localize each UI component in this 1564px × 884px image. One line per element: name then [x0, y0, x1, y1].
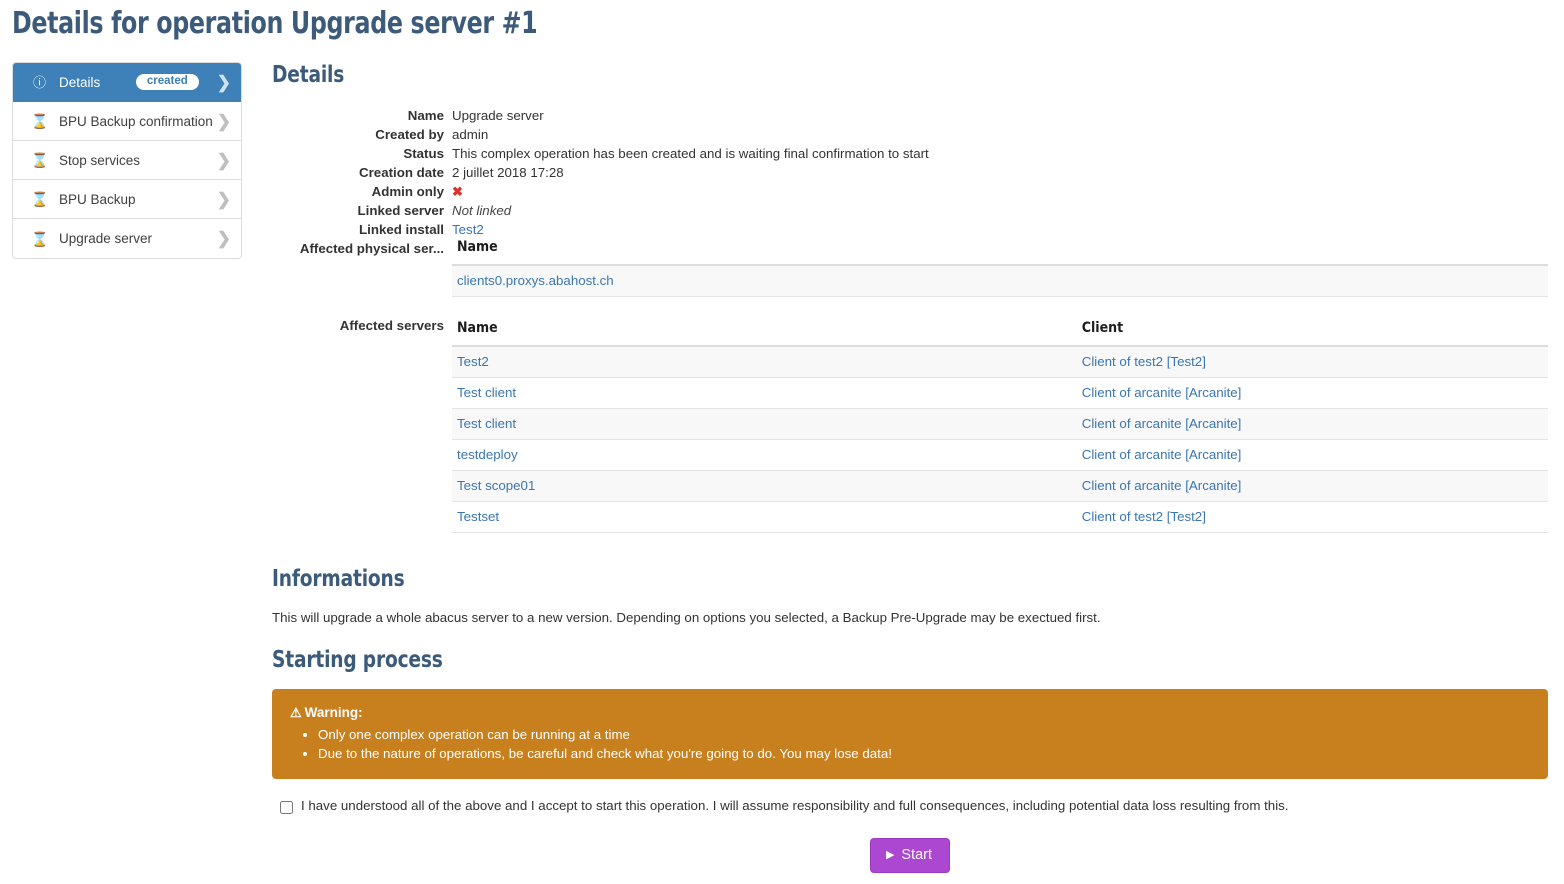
affected-physical-servers-table-wrap: Name clients0.proxys.abahost.ch: [452, 239, 1548, 297]
affected-servers-table: Name Client Test2 Client of test2 [Test2…: [452, 320, 1548, 533]
field-label: Affected physical ser...: [299, 241, 444, 256]
field-label: Created by: [375, 127, 444, 142]
cell-name[interactable]: Testset: [452, 501, 1077, 533]
table-row: clients0.proxys.abahost.ch: [452, 265, 1548, 297]
page-root: Details for operation Upgrade server #1 …: [0, 0, 1564, 884]
page-title: Details for operation Upgrade server #1: [12, 6, 538, 41]
column-header-name: Name: [452, 320, 1077, 347]
play-icon: ▶: [885, 848, 895, 861]
warning-title-text: Warning:: [304, 705, 363, 720]
field-value: Not linked: [452, 203, 512, 218]
accept-terms-checkbox[interactable]: [280, 801, 293, 814]
chevron-right-icon: ❯: [216, 229, 231, 248]
warning-title: ⚠ Warning:: [290, 705, 1530, 721]
field-label: Admin only: [371, 184, 444, 199]
sidebar-item-label: BPU Backup confirmation: [59, 113, 213, 129]
sidebar-item-label: Stop services: [59, 152, 141, 168]
start-button-label: Start: [901, 847, 933, 863]
informations-text: This will upgrade a whole abacus server …: [272, 610, 1101, 625]
affected-physical-servers-table: Name clients0.proxys.abahost.ch: [452, 239, 1548, 297]
field-creation-date: Creation date 2 juillet 2018 17:28: [272, 163, 1552, 182]
hourglass-icon: ⌛: [31, 230, 49, 247]
table-header-row: Name: [452, 239, 1548, 266]
accept-terms-row[interactable]: I have understood all of the above and I…: [272, 798, 1289, 814]
start-button-wrap: ▶ Start: [272, 838, 1548, 873]
field-value: This complex operation has been created …: [452, 146, 929, 161]
hourglass-icon: ⌛: [31, 113, 49, 129]
cell-name[interactable]: Test client: [452, 377, 1077, 409]
field-label: Linked server: [357, 203, 444, 218]
sidebar-item-stop-services[interactable]: ⌛ Stop services ❯: [13, 141, 241, 180]
details-heading: Details: [272, 62, 345, 88]
column-header-name: Name: [452, 239, 1548, 266]
field-label: Name: [407, 108, 444, 123]
cell-name[interactable]: clients0.proxys.abahost.ch: [452, 265, 1548, 297]
field-status: Status This complex operation has been c…: [272, 144, 1552, 163]
chevron-right-icon: ❯: [216, 150, 231, 170]
field-linked-server: Linked server Not linked: [272, 201, 1552, 220]
sidebar-item-bpu-backup[interactable]: ⌛ BPU Backup ❯: [13, 180, 241, 219]
sidebar-item-details[interactable]: ⓘ Details created ❯: [13, 63, 241, 102]
field-admin-only: Admin only ✖: [272, 182, 1552, 201]
status-badge: created: [135, 73, 199, 91]
cell-name[interactable]: Test2: [452, 346, 1077, 378]
cell-client[interactable]: Client of arcanite [Arcanite]: [1076, 470, 1548, 502]
informations-heading: Informations: [272, 566, 405, 592]
field-label: Linked install: [359, 222, 444, 237]
chevron-right-icon: ❯: [216, 111, 232, 131]
operation-steps-sidebar: ⓘ Details created ❯ ⌛ BPU Backup confirm…: [12, 62, 242, 259]
hourglass-icon: ⌛: [31, 191, 49, 207]
cell-name[interactable]: Test scope01: [452, 470, 1077, 502]
warning-bullet: Only one complex operation can be runnin…: [318, 725, 1530, 744]
table-row: Test scope01 Client of arcanite [Arcanit…: [452, 470, 1548, 502]
warning-bullet: Due to the nature of operations, be care…: [318, 744, 1530, 763]
table-row: Test client Client of arcanite [Arcanite…: [452, 377, 1548, 409]
sidebar-item-bpu-backup-confirmation[interactable]: ⌛ BPU Backup confirmation ❯: [13, 102, 241, 141]
column-header-client: Client: [1076, 320, 1548, 347]
table-row: testdeploy Client of arcanite [Arcanite]: [452, 439, 1548, 471]
sidebar-item-upgrade-server[interactable]: ⌛ Upgrade server ❯: [13, 219, 241, 258]
sidebar-item-label: Details: [59, 74, 101, 90]
field-created-by: Created by admin: [272, 125, 1552, 144]
cross-mark-icon: ✖: [452, 184, 463, 199]
cell-client[interactable]: Client of test2 [Test2]: [1076, 501, 1548, 533]
chevron-right-icon: ❯: [216, 189, 231, 209]
chevron-right-icon: ❯: [216, 72, 231, 92]
table-row: Testset Client of test2 [Test2]: [452, 501, 1548, 533]
warning-box: ⚠Warning: Only one complex operation can…: [272, 689, 1548, 779]
affected-servers-label: Affected servers: [339, 318, 444, 333]
accept-terms-label: I have understood all of the above and I…: [301, 798, 1289, 813]
table-header-row: Name Client: [452, 320, 1548, 347]
cell-client[interactable]: Client of test2 [Test2]: [1076, 346, 1548, 378]
linked-install-link[interactable]: Test2: [452, 220, 1552, 239]
details-definition-list: Name Upgrade server Created by admin Sta…: [272, 106, 1552, 258]
field-value: admin: [452, 127, 489, 142]
field-value: Upgrade server: [452, 108, 544, 123]
cell-client[interactable]: Client of arcanite [Arcanite]: [1076, 439, 1548, 471]
info-circle-icon: ⓘ: [32, 74, 46, 90]
start-button[interactable]: ▶ Start: [869, 838, 951, 873]
hourglass-icon: ⌛: [31, 152, 49, 168]
sidebar-item-label: BPU Backup: [59, 191, 136, 207]
table-row: Test2 Client of test2 [Test2]: [452, 346, 1548, 378]
cell-client[interactable]: Client of arcanite [Arcanite]: [1076, 377, 1548, 409]
warning-triangle-icon: ⚠: [290, 705, 302, 720]
field-linked-install: Linked install Test2: [272, 220, 1552, 239]
cell-client[interactable]: Client of arcanite [Arcanite]: [1076, 408, 1548, 440]
field-name: Name Upgrade server: [272, 106, 1552, 125]
sidebar-item-label: Upgrade server: [59, 231, 153, 246]
field-label: Creation date: [359, 165, 444, 180]
field-label: Status: [403, 146, 444, 161]
affected-servers-table-wrap: Name Client Test2 Client of test2 [Test2…: [452, 320, 1548, 533]
field-value: 2 juillet 2018 17:28: [452, 165, 564, 180]
warning-bullet-list: Only one complex operation can be runnin…: [290, 725, 1530, 763]
table-row: Test client Client of arcanite [Arcanite…: [452, 408, 1548, 440]
starting-process-heading: Starting process: [272, 647, 443, 673]
cell-name[interactable]: testdeploy: [452, 439, 1077, 471]
cell-name[interactable]: Test client: [452, 408, 1077, 440]
